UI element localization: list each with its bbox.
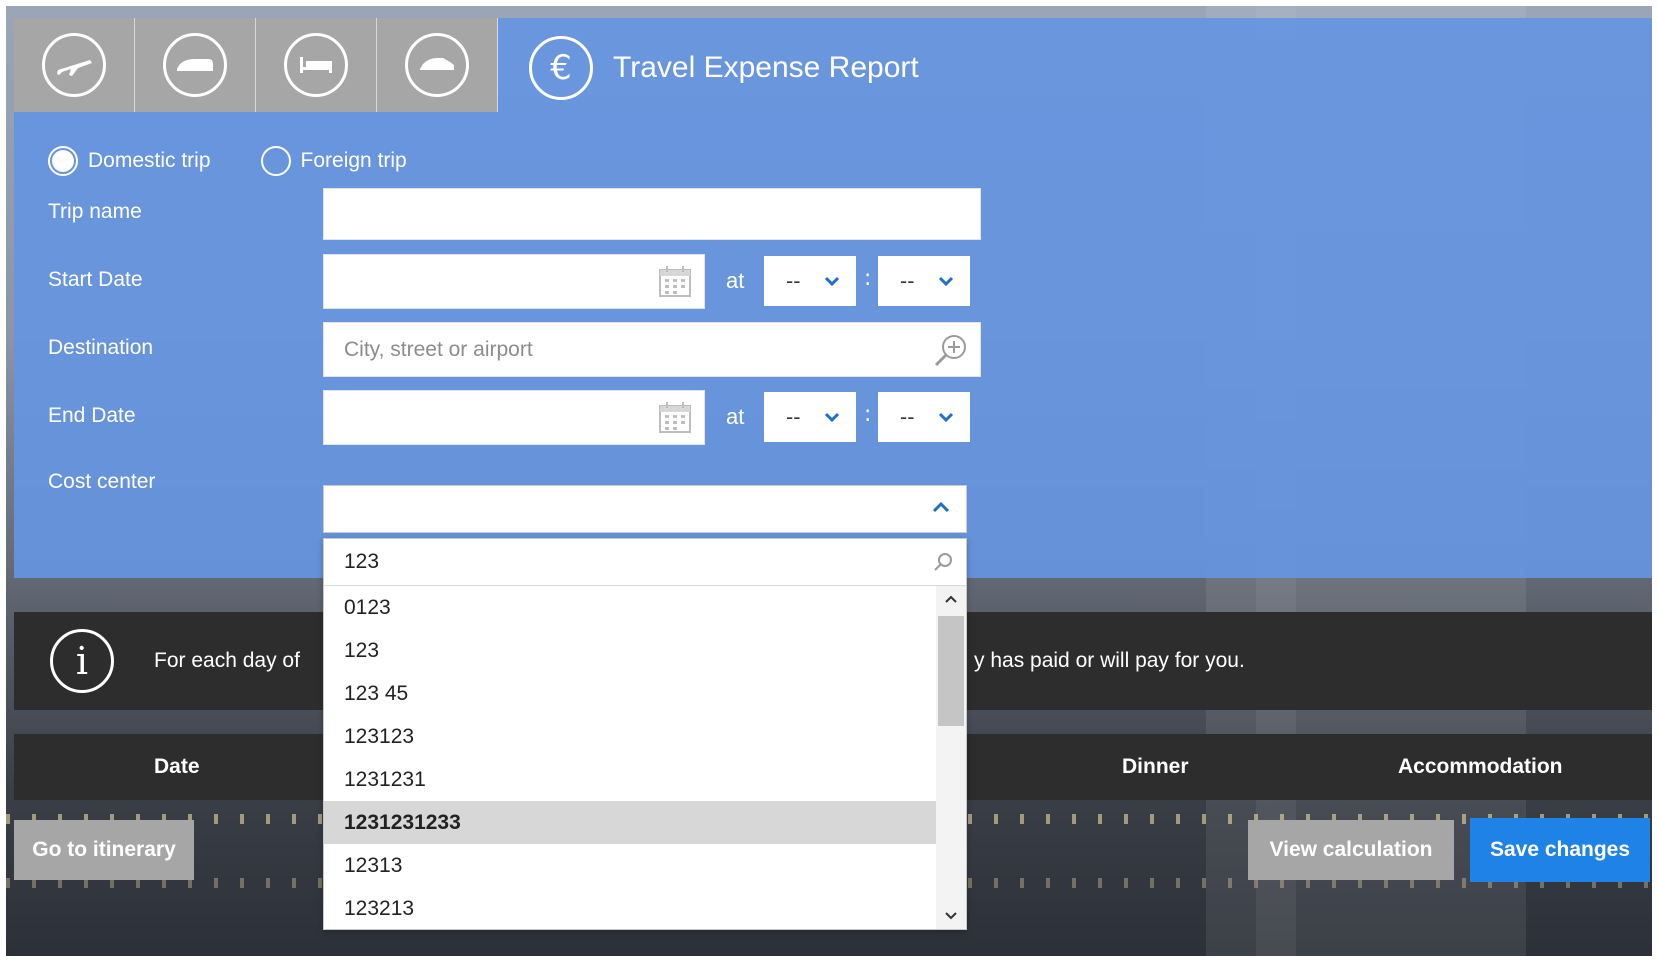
car-icon bbox=[405, 33, 469, 97]
radio-domestic-trip[interactable]: Domestic trip bbox=[48, 146, 211, 176]
radio-selected-dot bbox=[52, 150, 74, 172]
end-time-separator: : bbox=[864, 402, 872, 427]
dropdown-scrollbar[interactable] bbox=[936, 586, 966, 929]
cost-center-select[interactable] bbox=[323, 485, 967, 533]
trip-name-input[interactable] bbox=[323, 188, 981, 240]
airplane-icon bbox=[42, 33, 106, 97]
dropdown-option[interactable]: 0123 bbox=[324, 586, 936, 629]
view-calculation-button[interactable]: View calculation bbox=[1248, 820, 1454, 880]
trip-type-radio-group: Domestic trip Foreign trip bbox=[48, 146, 457, 176]
radio-button bbox=[48, 146, 78, 176]
radio-foreign-trip[interactable]: Foreign trip bbox=[260, 146, 407, 176]
chevron-up-icon bbox=[932, 501, 950, 513]
chevron-down-icon bbox=[824, 276, 840, 286]
radio-label-foreign: Foreign trip bbox=[300, 149, 407, 172]
start-hour-value: -- bbox=[786, 269, 801, 293]
column-header-dinner: Dinner bbox=[1122, 755, 1189, 778]
tab-accommodation[interactable] bbox=[256, 18, 377, 112]
go-to-itinerary-button[interactable]: Go to itinerary bbox=[14, 820, 194, 880]
chevron-down-icon bbox=[938, 412, 954, 422]
dropdown-option[interactable]: 123 bbox=[324, 629, 936, 672]
info-icon: i bbox=[50, 629, 114, 693]
end-minute-select[interactable]: -- bbox=[878, 392, 970, 442]
dropdown-option[interactable]: 12313 bbox=[324, 844, 936, 887]
scroll-up-icon[interactable] bbox=[936, 586, 966, 612]
column-header-date: Date bbox=[154, 755, 200, 778]
bed-icon bbox=[284, 33, 348, 97]
dropdown-option-highlighted[interactable]: 1231231233 bbox=[324, 801, 936, 844]
euro-icon: € bbox=[529, 36, 593, 100]
cost-center-label: Cost center bbox=[48, 470, 156, 493]
radio-button bbox=[260, 146, 291, 176]
search-icon[interactable] bbox=[932, 331, 970, 373]
dropdown-option[interactable]: 123213 bbox=[324, 887, 936, 930]
dropdown-option[interactable]: 123123 bbox=[324, 715, 936, 758]
cost-center-dropdown: 0123 123 123 45 123123 1231231 123123123… bbox=[323, 538, 967, 930]
destination-input[interactable]: City, street or airport bbox=[323, 322, 981, 377]
start-minute-value: -- bbox=[900, 269, 915, 293]
end-hour-select[interactable]: -- bbox=[764, 392, 856, 442]
end-date-input[interactable] bbox=[323, 390, 705, 445]
start-date-input[interactable] bbox=[323, 254, 705, 309]
header: € Travel Expense Report bbox=[529, 36, 919, 100]
chevron-down-icon bbox=[824, 412, 840, 422]
scroll-down-icon[interactable] bbox=[936, 903, 966, 929]
page-title: Travel Expense Report bbox=[613, 51, 919, 84]
info-text-left: For each day of bbox=[154, 649, 300, 672]
dropdown-options-list: 0123 123 123 45 123123 1231231 123123123… bbox=[324, 586, 936, 930]
calendar-icon[interactable] bbox=[658, 264, 692, 302]
column-header-accommodation: Accommodation bbox=[1398, 755, 1563, 778]
start-at-label: at bbox=[726, 268, 745, 293]
tab-flight[interactable] bbox=[14, 18, 135, 112]
travel-type-tabs bbox=[14, 18, 498, 112]
tab-car[interactable] bbox=[377, 18, 498, 112]
scrollbar-thumb[interactable] bbox=[938, 616, 964, 726]
info-text-right: y has paid or will pay for you. bbox=[974, 649, 1245, 672]
dropdown-option[interactable]: 123 45 bbox=[324, 672, 936, 715]
dropdown-search bbox=[324, 539, 966, 586]
search-icon bbox=[934, 553, 952, 571]
save-changes-button[interactable]: Save changes bbox=[1470, 818, 1650, 882]
end-at-label: at bbox=[726, 404, 745, 429]
end-minute-value: -- bbox=[900, 405, 915, 429]
start-minute-select[interactable]: -- bbox=[878, 256, 970, 306]
start-date-label: Start Date bbox=[48, 268, 143, 291]
train-icon bbox=[163, 33, 227, 97]
chevron-down-icon bbox=[938, 276, 954, 286]
destination-placeholder: City, street or airport bbox=[344, 337, 533, 361]
radio-label-domestic: Domestic trip bbox=[88, 149, 211, 172]
calendar-icon[interactable] bbox=[658, 400, 692, 438]
destination-label: Destination bbox=[48, 336, 154, 359]
tab-train[interactable] bbox=[135, 18, 256, 112]
start-time-separator: : bbox=[864, 266, 872, 291]
dropdown-search-input[interactable] bbox=[324, 539, 884, 585]
start-hour-select[interactable]: -- bbox=[764, 256, 856, 306]
dropdown-option[interactable]: 1231231 bbox=[324, 758, 936, 801]
end-hour-value: -- bbox=[786, 405, 801, 429]
end-date-label: End Date bbox=[48, 404, 136, 427]
trip-name-label: Trip name bbox=[48, 200, 142, 223]
